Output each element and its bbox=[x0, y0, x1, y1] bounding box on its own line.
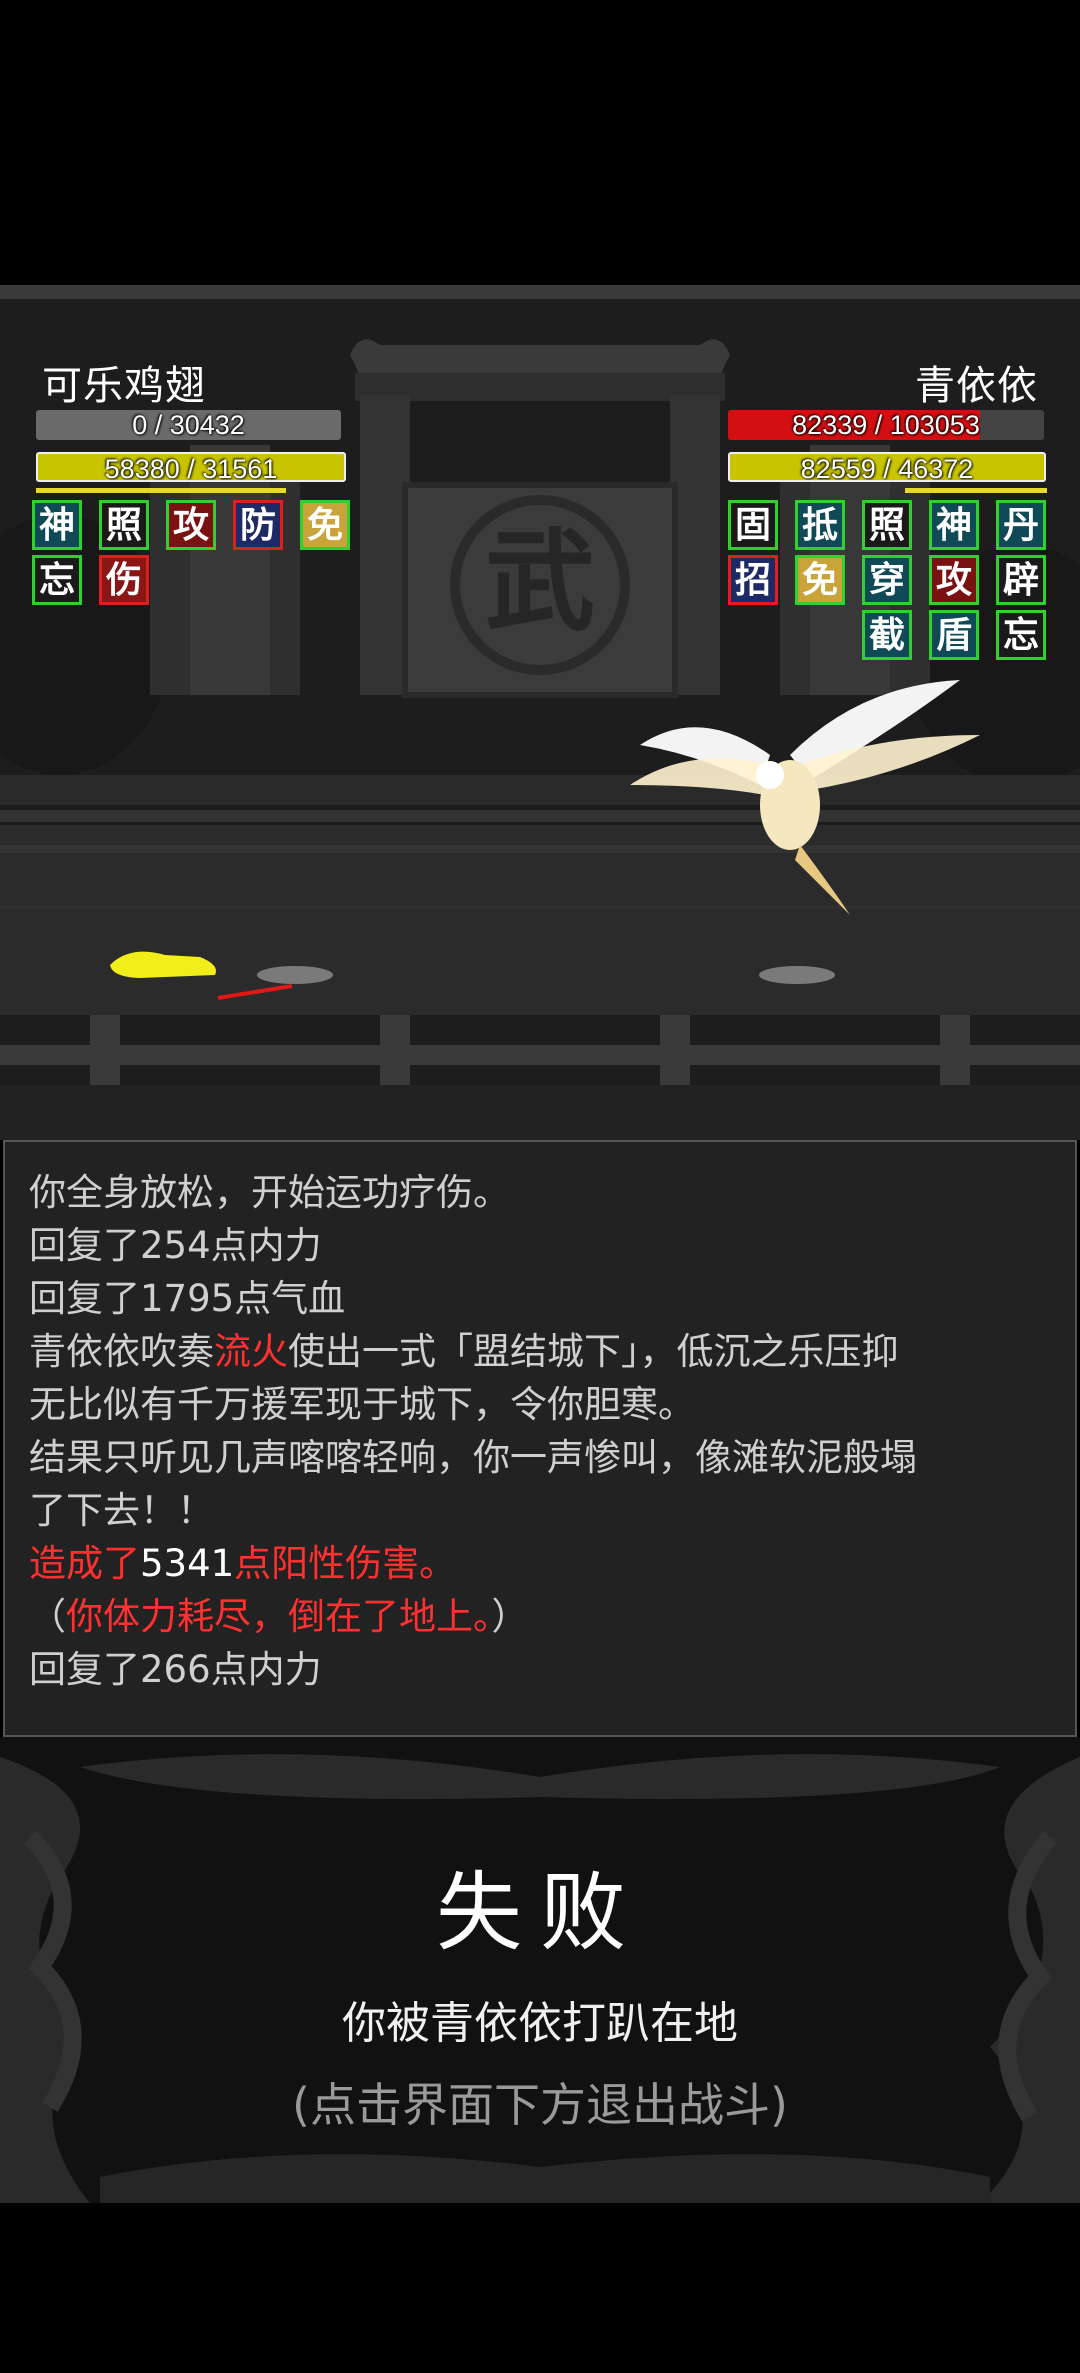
result-title: 失败 bbox=[436, 1863, 644, 1963]
banner-character: 武 bbox=[485, 517, 595, 646]
buff-icon[interactable]: 穿 bbox=[862, 555, 912, 605]
enemy-hp-bar: 82339 / 103053 bbox=[728, 410, 1044, 440]
result-message: 你被青依依打趴在地 bbox=[342, 1998, 738, 2049]
buff-icon[interactable]: 神 bbox=[929, 500, 979, 550]
log-text: 造成了 bbox=[29, 1542, 140, 1585]
buff-icon[interactable]: 辟 bbox=[996, 555, 1046, 605]
buff-icon[interactable]: 攻 bbox=[166, 500, 216, 550]
log-line: 了下去！！ bbox=[29, 1489, 214, 1532]
log-line: 你全身放松，开始运功疗伤。 bbox=[29, 1171, 510, 1214]
player-name: 可乐鸡翅 bbox=[42, 363, 206, 409]
log-line: 回复了266点内力 bbox=[29, 1648, 322, 1691]
buff-icon[interactable]: 截 bbox=[862, 610, 912, 660]
buff-icon[interactable]: 神 bbox=[32, 500, 82, 550]
player-underline bbox=[36, 488, 286, 493]
buff-icon[interactable]: 防 bbox=[233, 500, 283, 550]
player-mp-text: 58380 / 31561 bbox=[104, 454, 278, 482]
buff-icon[interactable]: 攻 bbox=[929, 555, 979, 605]
log-text: 使出一式「盟结城下」，低沉之乐压抑 bbox=[288, 1330, 899, 1373]
log-line: 造成了5341点阳性伤害。 bbox=[29, 1537, 1051, 1590]
log-text: ） bbox=[491, 1595, 529, 1638]
log-text: 你体力耗尽，倒在了地上。 bbox=[66, 1595, 492, 1638]
log-line: 青依依吹奏流火使出一式「盟结城下」，低沉之乐压抑 bbox=[29, 1325, 1051, 1378]
enemy-name: 青依依 bbox=[915, 363, 1038, 409]
log-skill-name: 流火 bbox=[214, 1330, 288, 1373]
log-text: 点阳性伤害。 bbox=[234, 1542, 457, 1585]
defeat-panel[interactable]: 失败 你被青依依打趴在地 (点击界面下方退出战斗) bbox=[0, 1737, 1080, 2203]
exit-battle-hint[interactable]: (点击界面下方退出战斗) bbox=[0, 2069, 1080, 2135]
log-line: （你体力耗尽，倒在了地上。） bbox=[29, 1590, 1051, 1643]
player-hp-bar: 0 / 30432 bbox=[36, 410, 341, 440]
buff-icon[interactable]: 丹 bbox=[996, 500, 1046, 550]
log-text: （ bbox=[29, 1595, 66, 1638]
enemy-underline bbox=[905, 488, 1047, 493]
buff-icon[interactable]: 照 bbox=[99, 500, 149, 550]
buff-icon[interactable]: 忘 bbox=[996, 610, 1046, 660]
enemy-mp-bar: 82559 / 46372 bbox=[728, 452, 1046, 482]
buff-icon[interactable]: 免 bbox=[795, 555, 845, 605]
player-hp-text: 0 / 30432 bbox=[132, 410, 245, 440]
player-mp-bar: 58380 / 31561 bbox=[36, 452, 346, 482]
log-line: 回复了1795点气血 bbox=[29, 1277, 346, 1320]
enemy-mp-text: 82559 / 46372 bbox=[800, 454, 974, 482]
log-line: 结果只听见几声喀喀轻响，你一声惨叫，像滩软泥般塌 bbox=[29, 1436, 917, 1479]
enemy-hp-text: 82339 / 103053 bbox=[792, 410, 980, 440]
log-line-truncated bbox=[29, 1142, 1051, 1166]
buff-icon[interactable]: 忘 bbox=[32, 555, 82, 605]
buff-icon[interactable]: 抵 bbox=[795, 500, 845, 550]
buff-icon[interactable]: 免 bbox=[300, 500, 350, 550]
log-damage-value: 5341 bbox=[140, 1542, 235, 1585]
buff-icon[interactable]: 伤 bbox=[99, 555, 149, 605]
battle-log[interactable]: 你全身放松，开始运功疗伤。 回复了254点内力 回复了1795点气血 青依依吹奏… bbox=[3, 1140, 1077, 1737]
buff-icon[interactable]: 招 bbox=[728, 555, 778, 605]
buff-icon[interactable]: 盾 bbox=[929, 610, 979, 660]
buff-icon[interactable]: 固 bbox=[728, 500, 778, 550]
log-line: 无比似有千万援军现于城下，令你胆寒。 bbox=[29, 1383, 695, 1426]
buff-icon[interactable]: 照 bbox=[862, 500, 912, 550]
battle-scene: 武 可乐鸡翅 0 / 30432 58380 / 31561 神 照 攻 防 免… bbox=[0, 285, 1080, 1140]
log-line: 回复了254点内力 bbox=[29, 1224, 322, 1267]
log-text: 青依依吹奏 bbox=[29, 1330, 214, 1373]
